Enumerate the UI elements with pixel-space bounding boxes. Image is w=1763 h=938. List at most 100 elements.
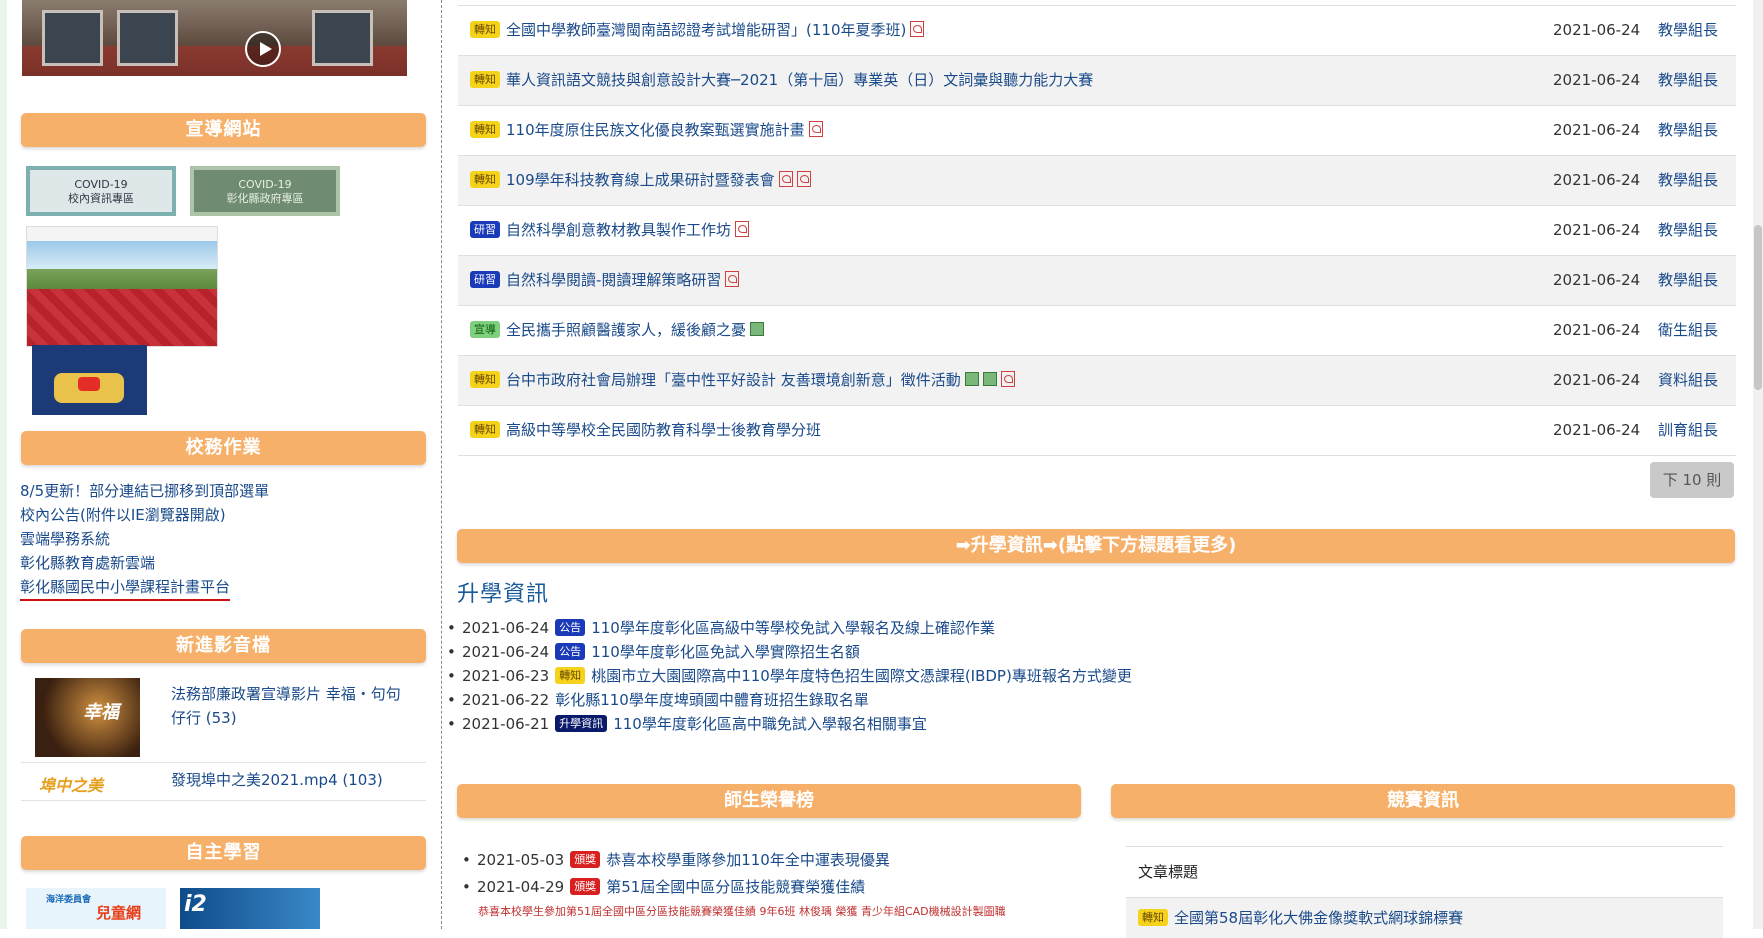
affairs-link[interactable]: 校內公告(附件以IE瀏覽器開啟) [20, 504, 226, 525]
news-title-link[interactable]: 110年度原住民族文化優良教案甄選實施計畫 [506, 121, 805, 139]
news-author[interactable]: 教學組長 [1658, 256, 1718, 305]
admission-date: 2021-06-24 [462, 643, 550, 661]
honor-title-link[interactable]: 恭喜本校學重隊參加110年全中運表現優異 [606, 851, 890, 869]
news-title-cell: 轉知 台中市政府社會局辦理「臺中性平好設計 友善環境創新意」徵件活動 [470, 356, 1015, 405]
honor-item[interactable]: 2021-04-29 頒獎第51屆全國中區分區技能競賽榮獲佳績 [462, 874, 890, 901]
news-title-link[interactable]: 自然科學閱讀-閱讀理解策略研習 [506, 271, 721, 289]
media-title[interactable]: 法務部廉政署宣導影片 幸福・句句仔行 (53) [171, 682, 411, 730]
admission-item[interactable]: 2021-06-22 彰化縣110學年度埤頭國中體育班招生錄取名單 [447, 688, 1132, 712]
pdf-icon[interactable] [1000, 370, 1015, 387]
news-author[interactable]: 教學組長 [1658, 156, 1718, 205]
news-date: 2021-06-24 [1553, 421, 1641, 439]
news-title-link[interactable]: 109學年科技教育線上成果研討暨發表會 [506, 171, 775, 189]
news-title-link[interactable]: 自然科學創意教材教具製作工作坊 [506, 221, 731, 239]
admission-title-link[interactable]: 桃園市立大園國際高中110學年度特色招生國際文憑課程(IBDP)專班報名方式變更 [591, 667, 1132, 685]
honor-title-link[interactable]: 第51屆全國中區分區技能競賽榮獲佳績 [606, 878, 865, 896]
news-date: 2021-06-24 [1553, 371, 1641, 389]
news-author[interactable]: 教學組長 [1658, 206, 1718, 255]
media-item[interactable]: 埠中之美 發現埠中之美2021.mp4 (103) [21, 762, 426, 801]
affairs-link[interactable]: 8/5更新！部分連結已挪移到頂部選單 [20, 480, 269, 501]
window-decoration [42, 10, 103, 66]
covid-county-banner[interactable]: COVID-19 彰化縣政府專區 [190, 166, 340, 216]
news-author[interactable]: 教學組長 [1658, 56, 1718, 105]
admission-badge: 升學資訊 [555, 715, 608, 732]
news-badge: 轉知 [470, 171, 500, 188]
pdf-icon[interactable] [735, 220, 750, 237]
affairs-link[interactable]: 雲端學務系統 [20, 528, 110, 549]
admission-date: 2021-06-22 [462, 691, 550, 709]
news-author[interactable]: 訓育組長 [1658, 406, 1718, 455]
contest-title[interactable]: 全國第58屆彰化大佛金像獎軟式網球錦標賽 [1174, 909, 1463, 927]
news-row[interactable]: 研習 自然科學創意教材教具製作工作坊 2021-06-24 教學組長 [458, 206, 1736, 256]
admission-title-link[interactable]: 110學年度彰化區高級中等學校免試入學報名及線上確認作業 [591, 619, 995, 637]
covid-school-banner[interactable]: COVID-19 校內資訊專區 [26, 166, 176, 216]
news-title-cell: 轉知 110年度原住民族文化優良教案甄選實施計畫 [470, 106, 823, 155]
pdf-icon[interactable] [910, 20, 925, 37]
admission-badge: 公告 [555, 619, 586, 636]
news-badge: 轉知 [470, 121, 500, 138]
media-item[interactable]: 幸福 法務部廉政署宣導影片 幸福・句句仔行 (53) [21, 670, 426, 763]
news-author[interactable]: 教學組長 [1658, 106, 1718, 155]
vertical-scrollbar[interactable] [1753, 0, 1763, 929]
pdf-icon[interactable] [796, 170, 811, 187]
image-icon[interactable] [982, 371, 997, 386]
honor-sub-text[interactable]: 恭喜本校學生參加第51屆全國中區分區技能競賽榮獲佳績 9年6班 林俊瑀 榮獲 青… [478, 903, 1006, 919]
news-row[interactable]: 轉知 華人資訊語文競技與創意設計大賽─2021（第十屆）專業英（日）文詞彙與聽力能… [458, 56, 1736, 106]
covid-school-banner-line1: COVID-19 [74, 178, 128, 191]
news-title-link[interactable]: 高級中等學校全民國防教育科學士後教育學分班 [506, 421, 821, 439]
news-row[interactable]: 轉知 110年度原住民族文化優良教案甄選實施計畫 2021-06-24 教學組長 [458, 106, 1736, 156]
promo-video-banner[interactable] [32, 345, 147, 415]
news-row[interactable]: 宣導 全民攜手照顧醫護家人，緩後顧之憂 2021-06-24 衛生組長 [458, 306, 1736, 356]
window-decoration [312, 10, 373, 66]
media-logo: 埠中之美 [39, 776, 104, 795]
news-row[interactable]: 轉知 全國中學教師臺灣閩南語認證考試增能研習」(110年夏季班) 2021-06-2… [458, 5, 1736, 56]
admission-item[interactable]: 2021-06-21 升學資訊 110學年度彰化區高中職免試入學報名相關事宜 [447, 712, 1132, 736]
pdf-icon[interactable] [725, 270, 740, 287]
scrollbar-thumb[interactable] [1754, 225, 1762, 390]
news-row[interactable]: 轉知 高級中等學校全民國防教育科學士後教育學分班 2021-06-24 訓育組長 [458, 406, 1736, 456]
news-row[interactable]: 轉知 台中市政府社會局辦理「臺中性平好設計 友善環境創新意」徵件活動 2021-06… [458, 356, 1736, 406]
admission-item[interactable]: 2021-06-24 公告 110學年度彰化區高級中等學校免試入學報名及線上確認作業 [447, 616, 1132, 640]
next-page-button[interactable]: 下 10 則 [1650, 462, 1734, 498]
school-website-screenshot-banner[interactable] [26, 226, 218, 347]
admission-title-link[interactable]: 彰化縣110學年度埤頭國中體育班招生錄取名單 [555, 691, 869, 709]
admission-title-link[interactable]: 110學年度彰化區高中職免試入學報名相關事宜 [613, 715, 927, 733]
news-title-link[interactable]: 全國中學教師臺灣閩南語認證考試增能研習」(110年夏季班) [506, 21, 906, 39]
pdf-icon[interactable] [778, 170, 793, 187]
news-row[interactable]: 研習 自然科學閱讀-閱讀理解策略研習 2021-06-24 教學組長 [458, 256, 1736, 306]
news-author[interactable]: 教學組長 [1658, 6, 1718, 55]
media-thumbnail-text: 幸福 [83, 702, 119, 723]
contest-row[interactable]: 轉知 全國第58屆彰化大佛金像獎軟式網球錦標賽 [1126, 898, 1723, 938]
news-title-cell: 研習 自然科學閱讀-閱讀理解策略研習 [470, 256, 740, 305]
news-row[interactable]: 轉知 109學年科技教育線上成果研討暨發表會 2021-06-24 教學組長 [458, 156, 1736, 206]
news-badge: 轉知 [470, 21, 500, 38]
news-title-link[interactable]: 台中市政府社會局辦理「臺中性平好設計 友善環境創新意」徵件活動 [506, 371, 961, 389]
school-video-thumbnail[interactable] [22, 0, 407, 76]
contest-bar: 競賽資訊 [1111, 784, 1735, 818]
ocean-kids-banner[interactable]: 海洋委員會 兒童網 [26, 888, 166, 929]
affairs-link-curriculum-platform[interactable]: 彰化縣國民中小學課程計畫平台 [20, 576, 231, 601]
news-title-link[interactable]: 華人資訊語文競技與創意設計大賽─2021（第十屆）專業英（日）文詞彙與聽力能力大… [506, 71, 1093, 89]
honor-item[interactable]: 2021-05-03 頒獎恭喜本校學重隊參加110年全中運表現優異 [462, 847, 890, 874]
news-title-cell: 轉知 109學年科技教育線上成果研討暨發表會 [470, 156, 811, 205]
admission-title-link[interactable]: 110學年度彰化區免試入學實際招生名額 [591, 643, 860, 661]
news-title-link[interactable]: 全民攜手照顧醫護家人，緩後顧之憂 [506, 321, 746, 339]
image-icon[interactable] [964, 371, 979, 386]
admission-item[interactable]: 2021-06-24 公告 110學年度彰化區免試入學實際招生名額 [447, 640, 1132, 664]
news-author[interactable]: 衛生組長 [1658, 306, 1718, 355]
pdf-icon[interactable] [808, 120, 823, 137]
admission-bar[interactable]: ➡升學資訊➡(點擊下方標題看更多) [457, 529, 1735, 563]
media-thumbnail[interactable]: 幸福 [35, 678, 140, 757]
screenshot-nav [27, 227, 217, 241]
image-icon[interactable] [750, 321, 765, 336]
news-list: 轉知 全國中學教師臺灣閩南語認證考試增能研習」(110年夏季班) 2021-06-2… [458, 5, 1736, 456]
news-title-cell: 轉知 全國中學教師臺灣閩南語認證考試增能研習」(110年夏季班) [470, 6, 925, 55]
media-title[interactable]: 發現埠中之美2021.mp4 (103) [171, 768, 383, 792]
news-author[interactable]: 資料組長 [1658, 356, 1718, 405]
affairs-link[interactable]: 彰化縣教育處新雲端 [20, 552, 155, 573]
i2-learning-banner[interactable]: i2 [180, 888, 320, 929]
honor-bar: 師生榮譽榜 [457, 784, 1081, 818]
screenshot-campus [27, 269, 217, 289]
admission-item[interactable]: 2021-06-23 轉知桃園市立大園國際高中110學年度特色招生國際文憑課程(I… [447, 664, 1132, 688]
play-icon[interactable] [245, 31, 281, 67]
